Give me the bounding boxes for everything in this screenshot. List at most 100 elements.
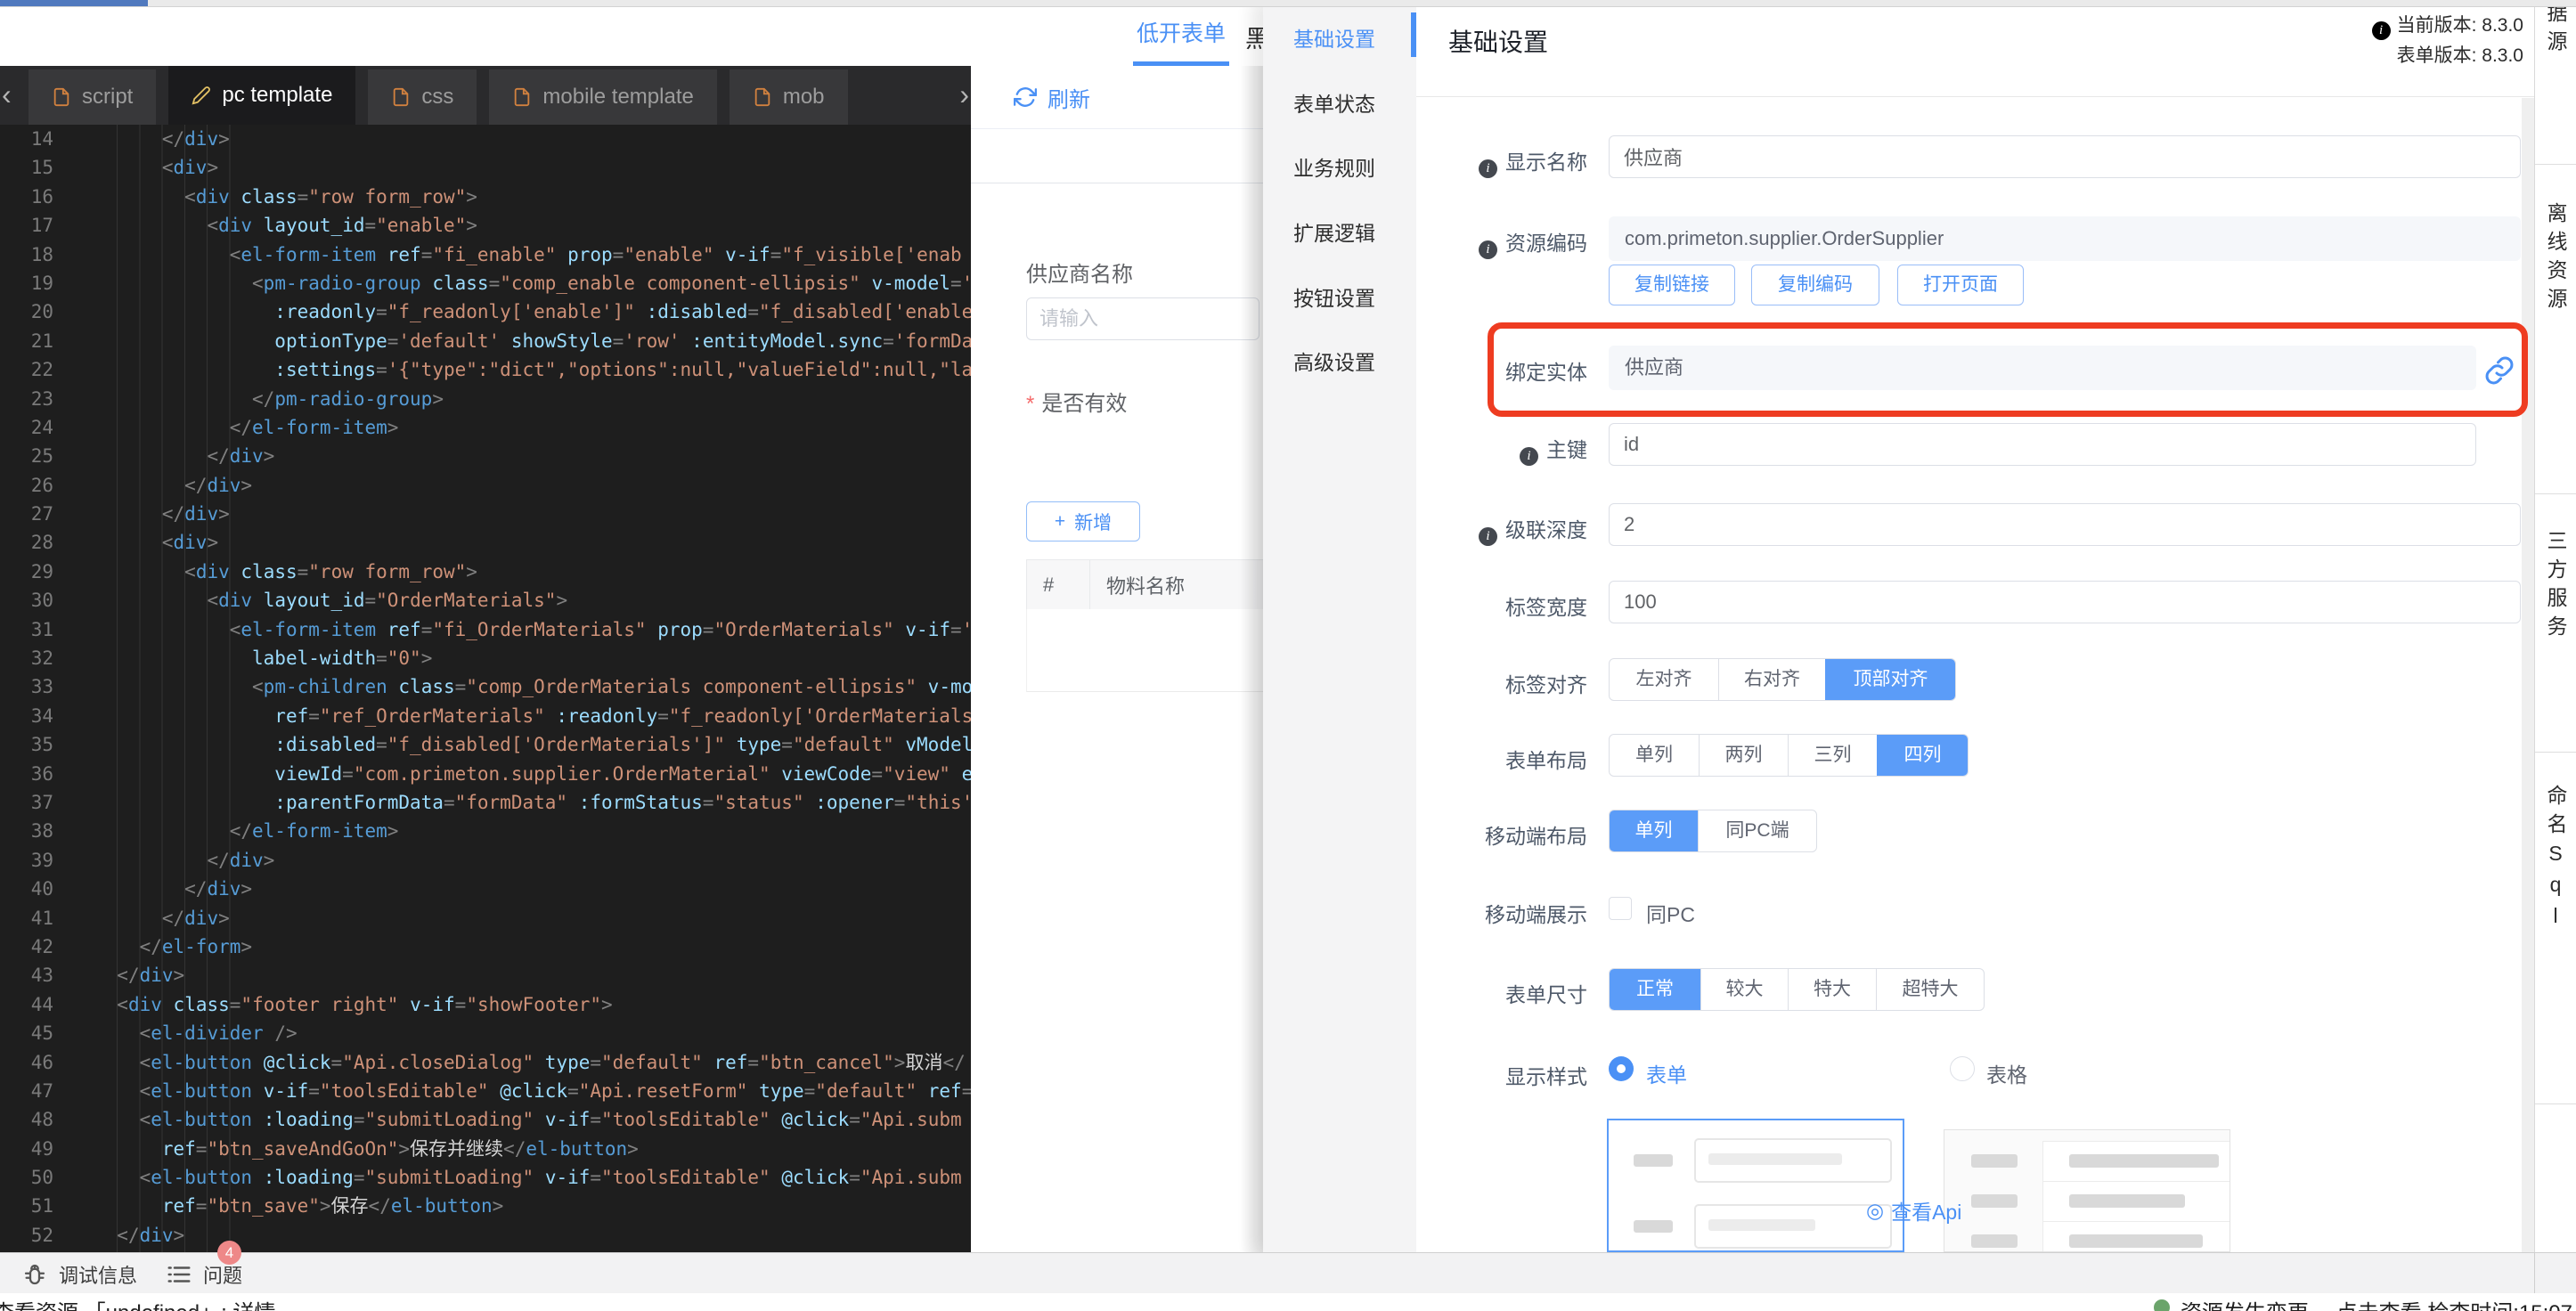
option-单列[interactable]: 单列 — [1610, 810, 1698, 851]
code-line[interactable]: 33 <pm-children class="comp_OrderMateria… — [0, 672, 971, 701]
code-line[interactable]: 38 </el-form-item> — [0, 817, 971, 845]
bind-entity-field[interactable]: 供应商 — [1609, 346, 2476, 390]
code-line[interactable]: 39 </div> — [0, 846, 971, 875]
refresh-icon[interactable] — [1014, 86, 1037, 109]
code-line[interactable]: 47 <el-button v-if="toolsEditable" @clic… — [0, 1077, 971, 1105]
code-line[interactable]: 26 </div> — [0, 471, 971, 500]
action-button-3[interactable]: 打开页面 — [1897, 265, 2024, 305]
code-line[interactable]: 30 <div layout_id="OrderMaterials"> — [0, 586, 971, 615]
tabs-scroll-left-icon[interactable]: ‹ — [2, 78, 12, 111]
option-特大[interactable]: 特大 — [1788, 969, 1876, 1010]
code-line[interactable]: 25 </div> — [0, 442, 971, 470]
code-line[interactable]: 28 <div> — [0, 528, 971, 557]
form-style-thumbnail-selected[interactable] — [1607, 1119, 1904, 1252]
code-line[interactable]: 34 ref="ref_OrderMaterials" :readonly="f… — [0, 702, 971, 730]
code-line[interactable]: 15 <div> — [0, 153, 971, 182]
code-line[interactable]: 29 <div class="row form_row"> — [0, 558, 971, 586]
link-icon[interactable] — [2483, 354, 2515, 387]
option-同PC端[interactable]: 同PC端 — [1698, 810, 1816, 851]
add-row-button[interactable]: + 新增 — [1026, 501, 1140, 542]
code-line[interactable]: 40 </div> — [0, 875, 971, 903]
code-line[interactable]: 16 <div class="row form_row"> — [0, 183, 971, 211]
materials-table-empty-body — [1026, 609, 1263, 692]
resource-changed-notice[interactable]: 资源发生变更， 点击查看 检查时间:15:07 — [2154, 1295, 2572, 1311]
style-table-label[interactable]: 表格 — [1986, 1058, 2027, 1088]
rail-tab-1[interactable]: 据源 — [2535, 0, 2576, 165]
settings-nav-6[interactable]: 高级设置 — [1293, 346, 1375, 376]
editor-tab-mobile-template[interactable]: mobile template — [489, 69, 716, 125]
rail-tab-4[interactable]: 命名Sql — [2535, 753, 2576, 1104]
code-line[interactable]: 27 </div> — [0, 500, 971, 528]
settings-nav-2[interactable]: 表单状态 — [1293, 87, 1375, 118]
code-line[interactable]: 35 :disabled="f_disabled['OrderMaterials… — [0, 730, 971, 759]
option-单列[interactable]: 单列 — [1610, 735, 1699, 776]
code-line[interactable]: 48 <el-button :loading="submitLoading" v… — [0, 1105, 971, 1134]
code-line[interactable]: 41 </div> — [0, 904, 971, 932]
action-button-1[interactable]: 复制链接 — [1609, 265, 1735, 305]
cascade-depth-input[interactable] — [1609, 503, 2521, 546]
view-api-link[interactable]: ◎ 查看Api — [1866, 1195, 1961, 1226]
option-两列[interactable]: 两列 — [1699, 735, 1788, 776]
settings-nav-3[interactable]: 业务规则 — [1293, 151, 1375, 182]
refresh-button[interactable]: 刷新 — [1048, 82, 1090, 113]
option-超特大[interactable]: 超特大 — [1876, 969, 1984, 1010]
debug-info-button[interactable]: 调试信息 — [21, 1260, 137, 1289]
option-右对齐[interactable]: 右对齐 — [1718, 659, 1825, 700]
code-line[interactable]: 18 <el-form-item ref="fi_enable" prop="e… — [0, 240, 971, 269]
settings-nav-1[interactable]: 基础设置 — [1293, 22, 1375, 53]
tabs-scroll-right-icon[interactable]: › — [959, 78, 969, 111]
option-正常[interactable]: 正常 — [1610, 969, 1700, 1010]
editor-tab-pc-template[interactable]: pc template — [168, 66, 355, 125]
code-line[interactable]: 49 ref="btn_saveAndGoOn">保存并继续</el-butto… — [0, 1135, 971, 1163]
resource-detail-text[interactable]: 查看资源 「undefined」: 详情 — [0, 1295, 275, 1311]
code-line[interactable]: 14 </div> — [0, 125, 971, 153]
line-number: 14 — [0, 125, 53, 153]
supplier-name-input[interactable] — [1026, 297, 1259, 340]
code-line[interactable]: 36 viewId="com.primeton.supplier.OrderMa… — [0, 760, 971, 788]
code-line[interactable]: 17 <div layout_id="enable"> — [0, 211, 971, 240]
action-button-2[interactable]: 复制编码 — [1751, 265, 1879, 305]
editor-tab-mob[interactable]: mob — [730, 69, 848, 125]
code-line[interactable]: 23 </pm-radio-group> — [0, 385, 971, 413]
same-as-pc-checkbox[interactable] — [1609, 897, 1632, 920]
table-style-thumbnail[interactable] — [1944, 1129, 2230, 1252]
code-line[interactable]: 20 :readonly="f_readonly['enable']" :dis… — [0, 297, 971, 326]
code-line[interactable]: 42 </el-form> — [0, 932, 971, 961]
code-line[interactable]: 19 <pm-radio-group class="comp_enable co… — [0, 269, 971, 297]
option-较大[interactable]: 较大 — [1700, 969, 1788, 1010]
style-form-label[interactable]: 表单 — [1646, 1058, 1687, 1088]
code-line[interactable]: 22 :settings='{"type":"dict","options":n… — [0, 355, 971, 384]
display-name-input[interactable] — [1609, 135, 2521, 178]
option-左对齐[interactable]: 左对齐 — [1610, 659, 1718, 700]
editor-tab-script[interactable]: script — [29, 69, 156, 125]
rail-tab-3[interactable]: 三方服务 — [2535, 494, 2576, 753]
code-line[interactable]: 44 <div class="footer right" v-if="showF… — [0, 990, 971, 1019]
line-number: 47 — [0, 1077, 53, 1105]
code-line[interactable]: 46 <el-button @click="Api.closeDialog" t… — [0, 1048, 971, 1077]
radio-table-unselected[interactable] — [1950, 1056, 1975, 1081]
settings-scrollbar[interactable] — [2522, 98, 2534, 1252]
code-line[interactable]: 31 <el-form-item ref="fi_OrderMaterials"… — [0, 615, 971, 644]
code-line[interactable]: 52 </div> — [0, 1221, 971, 1250]
editor-tab-css[interactable]: css — [368, 69, 477, 125]
code-line[interactable]: 45 <el-divider /> — [0, 1019, 971, 1047]
radio-form-selected[interactable] — [1609, 1056, 1634, 1081]
tab-low-code-form[interactable]: 低开表单 — [1133, 7, 1229, 66]
code-line[interactable]: 50 <el-button :loading="submitLoading" v… — [0, 1163, 971, 1192]
code-line[interactable]: 51 ref="btn_save">保存</el-button> — [0, 1192, 971, 1220]
code-area[interactable]: 14 </div>15 <div>16 <div class="row form… — [0, 125, 971, 1252]
label-width-input[interactable] — [1609, 581, 2521, 623]
code-line[interactable]: 43 </div> — [0, 961, 971, 989]
option-三列[interactable]: 三列 — [1788, 735, 1877, 776]
rail-tab-2[interactable]: 离线资源 — [2535, 165, 2576, 494]
primary-key-input[interactable] — [1609, 423, 2476, 466]
settings-nav-4[interactable]: 扩展逻辑 — [1293, 216, 1375, 247]
code-line[interactable]: 24 </el-form-item> — [0, 413, 971, 442]
option-四列[interactable]: 四列 — [1877, 735, 1968, 776]
settings-nav-5[interactable]: 按钮设置 — [1293, 281, 1375, 312]
option-顶部对齐[interactable]: 顶部对齐 — [1825, 659, 1955, 700]
code-line[interactable]: 37 :parentFormData="formData" :formStatu… — [0, 788, 971, 817]
line-number: 19 — [0, 269, 53, 297]
code-line[interactable]: 21 optionType='default' showStyle='row' … — [0, 327, 971, 355]
code-line[interactable]: 32 label-width="0"> — [0, 644, 971, 672]
